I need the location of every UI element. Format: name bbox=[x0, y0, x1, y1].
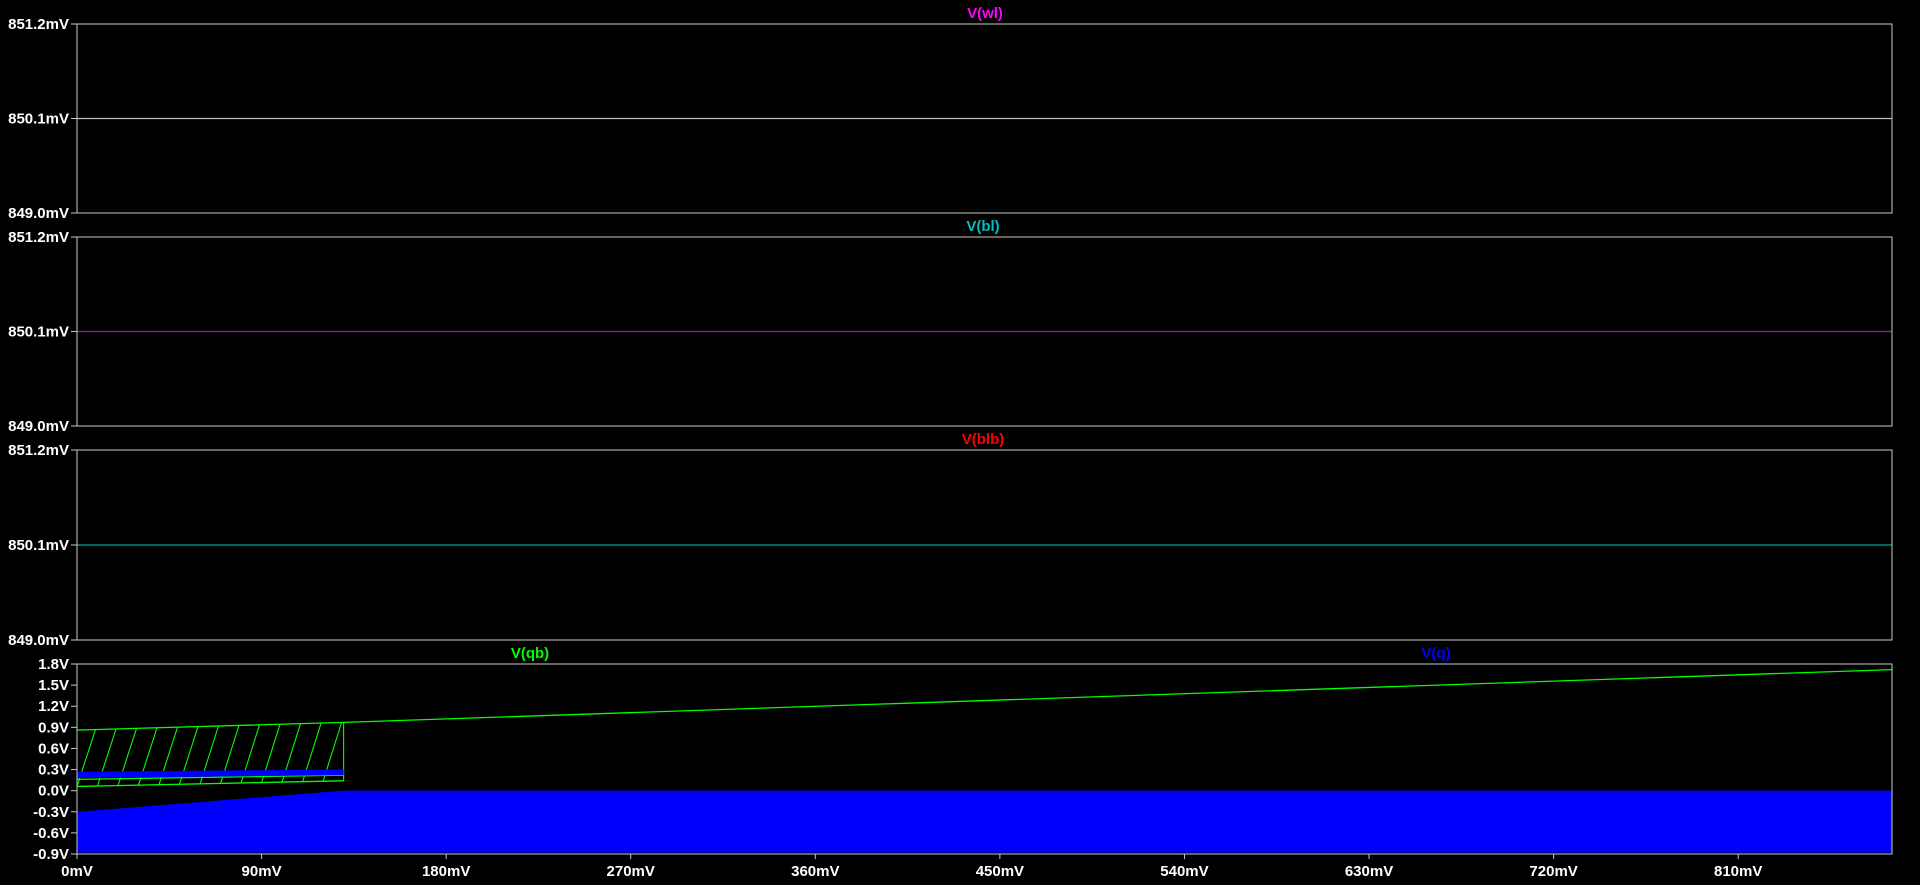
x-tick-label: 450mV bbox=[976, 863, 1024, 880]
x-tick-label: 720mV bbox=[1529, 863, 1577, 880]
y-tick-label: 1.8V bbox=[38, 656, 69, 673]
y-tick-label: 1.5V bbox=[38, 677, 69, 694]
y-tick-label: 850.1mV bbox=[8, 324, 69, 341]
x-tick-label: 360mV bbox=[791, 863, 839, 880]
x-tick-label: 0mV bbox=[61, 863, 93, 880]
trace-title-1-1[interactable]: V(wl) bbox=[967, 5, 1003, 22]
x-tick-label: 810mV bbox=[1714, 863, 1762, 880]
y-tick-label: 850.1mV bbox=[8, 111, 69, 128]
y-tick-label: 849.0mV bbox=[8, 418, 69, 435]
trace-title-4-2[interactable]: V(q) bbox=[1421, 645, 1450, 662]
y-tick-label: -0.6V bbox=[33, 825, 69, 842]
x-tick-label: 90mV bbox=[242, 863, 282, 880]
y-tick-label: 1.2V bbox=[38, 698, 69, 715]
series-vq-fill bbox=[77, 790, 1892, 853]
x-tick-label: 630mV bbox=[1345, 863, 1393, 880]
y-tick-label: -0.3V bbox=[33, 804, 69, 821]
x-tick-label: 180mV bbox=[422, 863, 470, 880]
y-tick-label: 0.0V bbox=[38, 783, 69, 800]
y-tick-label: 851.2mV bbox=[8, 16, 69, 33]
trace-title-3-1[interactable]: V(blb) bbox=[962, 431, 1005, 448]
y-tick-label: 849.0mV bbox=[8, 205, 69, 222]
waveform-viewer[interactable]: 851.2mV 850.1mV 849.0mV V(wl) 851.2mV 850.1mV… bbox=[0, 0, 1920, 885]
y-tick-label: 0.9V bbox=[38, 719, 69, 736]
y-tick-label: 0.6V bbox=[38, 740, 69, 757]
y-tick-label: 0.3V bbox=[38, 762, 69, 779]
trace-title-2-1[interactable]: V(bl) bbox=[966, 218, 999, 235]
y-tick-label: 851.2mV bbox=[8, 229, 69, 246]
y-tick-label: 849.0mV bbox=[8, 632, 69, 649]
y-tick-label: 850.1mV bbox=[8, 537, 69, 554]
x-tick-label: 540mV bbox=[1160, 863, 1208, 880]
y-tick-label: -0.9V bbox=[33, 846, 69, 863]
trace-title-4-1[interactable]: V(qb) bbox=[511, 645, 549, 662]
plot-background bbox=[0, 0, 1920, 885]
y-tick-label: 851.2mV bbox=[8, 442, 69, 459]
x-tick-label: 270mV bbox=[607, 863, 655, 880]
